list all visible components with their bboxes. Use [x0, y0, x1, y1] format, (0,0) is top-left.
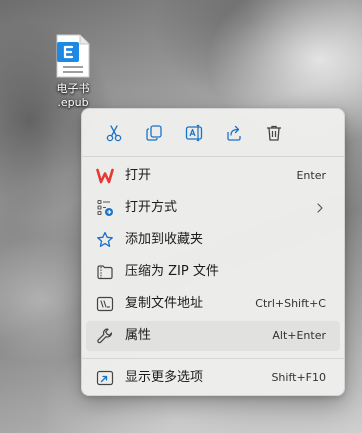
- context-menu: 打开 Enter 打开方式 添加到收藏夹 压缩为 ZIP 文件 复制文件地址 C…: [81, 108, 345, 396]
- menu-item-properties[interactable]: 属性 Alt+Enter: [86, 321, 340, 351]
- zip-folder-icon: [96, 263, 114, 281]
- menu-item-label: 压缩为 ZIP 文件: [125, 264, 219, 279]
- epub-document-icon: [55, 34, 91, 78]
- delete-button[interactable]: [258, 117, 290, 149]
- desktop-file-label: 电子书 .epub: [56, 82, 90, 109]
- menu-item-open[interactable]: 打开 Enter: [86, 161, 340, 191]
- menu-item-open-with[interactable]: 打开方式: [86, 193, 340, 223]
- menu-item-compress-zip[interactable]: 压缩为 ZIP 文件: [86, 257, 340, 287]
- desktop-file-epub[interactable]: 电子书 .epub: [44, 34, 102, 110]
- menu-item-label: 属性: [125, 328, 152, 343]
- menu-item-add-to-favorites[interactable]: 添加到收藏夹: [86, 225, 340, 255]
- chevron-right-icon: [317, 203, 323, 213]
- rename-button[interactable]: [178, 117, 210, 149]
- star-icon: [96, 231, 114, 249]
- menu-item-label: 打开: [125, 168, 152, 183]
- wps-logo-icon: [96, 167, 114, 185]
- wrench-icon: [96, 327, 114, 345]
- menu-divider: [82, 156, 344, 157]
- scissors-icon: [106, 125, 122, 142]
- open-with-icon: [96, 199, 114, 217]
- menu-divider: [82, 358, 344, 359]
- quick-action-bar: [90, 117, 336, 149]
- share-icon: [227, 125, 241, 141]
- menu-item-shortcut: Alt+Enter: [272, 329, 326, 342]
- menu-item-copy-path[interactable]: 复制文件地址 Ctrl+Shift+C: [86, 289, 340, 319]
- copy-path-icon: [96, 295, 114, 313]
- menu-item-shortcut: Shift+F10: [271, 371, 326, 384]
- cut-button[interactable]: [98, 117, 130, 149]
- menu-item-label: 显示更多选项: [125, 370, 204, 385]
- menu-item-label: 打开方式: [125, 200, 178, 215]
- share-button[interactable]: [218, 117, 250, 149]
- more-options-icon: [96, 369, 114, 387]
- menu-item-label: 添加到收藏夹: [125, 232, 204, 247]
- copy-button[interactable]: [138, 117, 170, 149]
- trash-icon: [266, 125, 282, 141]
- menu-item-shortcut: Enter: [296, 169, 326, 182]
- copy-icon: [146, 125, 162, 141]
- menu-item-label: 复制文件地址: [125, 296, 204, 311]
- desktop[interactable]: 电子书 .epub 打开 Enter 打开方式 添加到收藏夹 压缩为 ZIP 文…: [0, 0, 362, 433]
- menu-item-show-more-options[interactable]: 显示更多选项 Shift+F10: [86, 363, 340, 393]
- menu-item-shortcut: Ctrl+Shift+C: [255, 297, 326, 310]
- rename-icon: [185, 124, 203, 142]
